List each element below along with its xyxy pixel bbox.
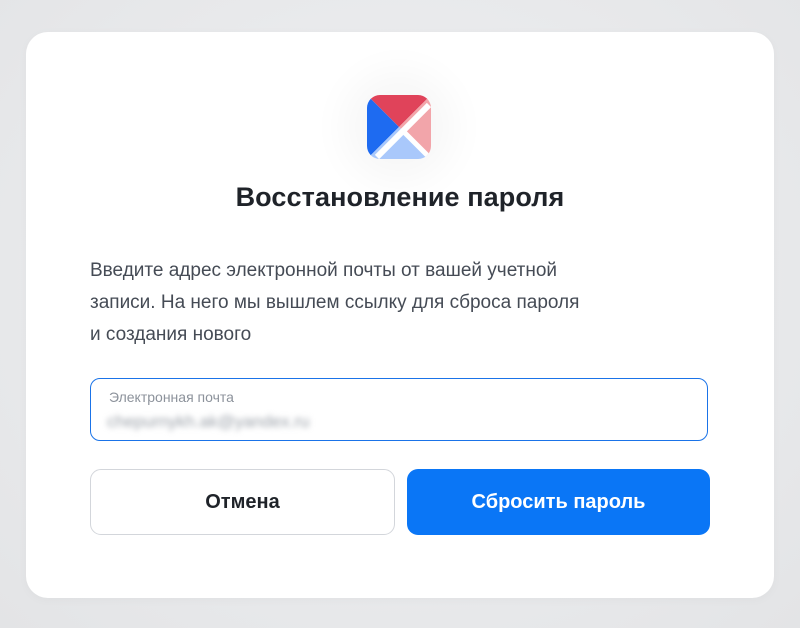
description-line: и создания нового <box>90 324 252 345</box>
description-line: записи. На него мы вышлем ссылку для сбр… <box>90 292 580 313</box>
reset-password-button[interactable]: Сбросить пароль <box>407 469 710 535</box>
cancel-button[interactable]: Отмена <box>90 469 395 535</box>
email-field[interactable]: Электронная почта <box>90 378 708 441</box>
app-logo-icon <box>367 95 431 159</box>
password-reset-dialog: Восстановление пароля Введите адрес элек… <box>26 32 774 598</box>
logo-container <box>367 95 431 159</box>
email-input[interactable] <box>107 409 687 435</box>
backdrop: Восстановление пароля Введите адрес элек… <box>0 0 800 628</box>
dialog-description: Введите адрес электронной почты от вашей… <box>90 255 710 351</box>
email-field-label: Электронная почта <box>109 389 234 405</box>
dialog-title: Восстановление пароля <box>235 182 565 212</box>
description-line: Введите адрес электронной почты от вашей… <box>90 260 558 281</box>
